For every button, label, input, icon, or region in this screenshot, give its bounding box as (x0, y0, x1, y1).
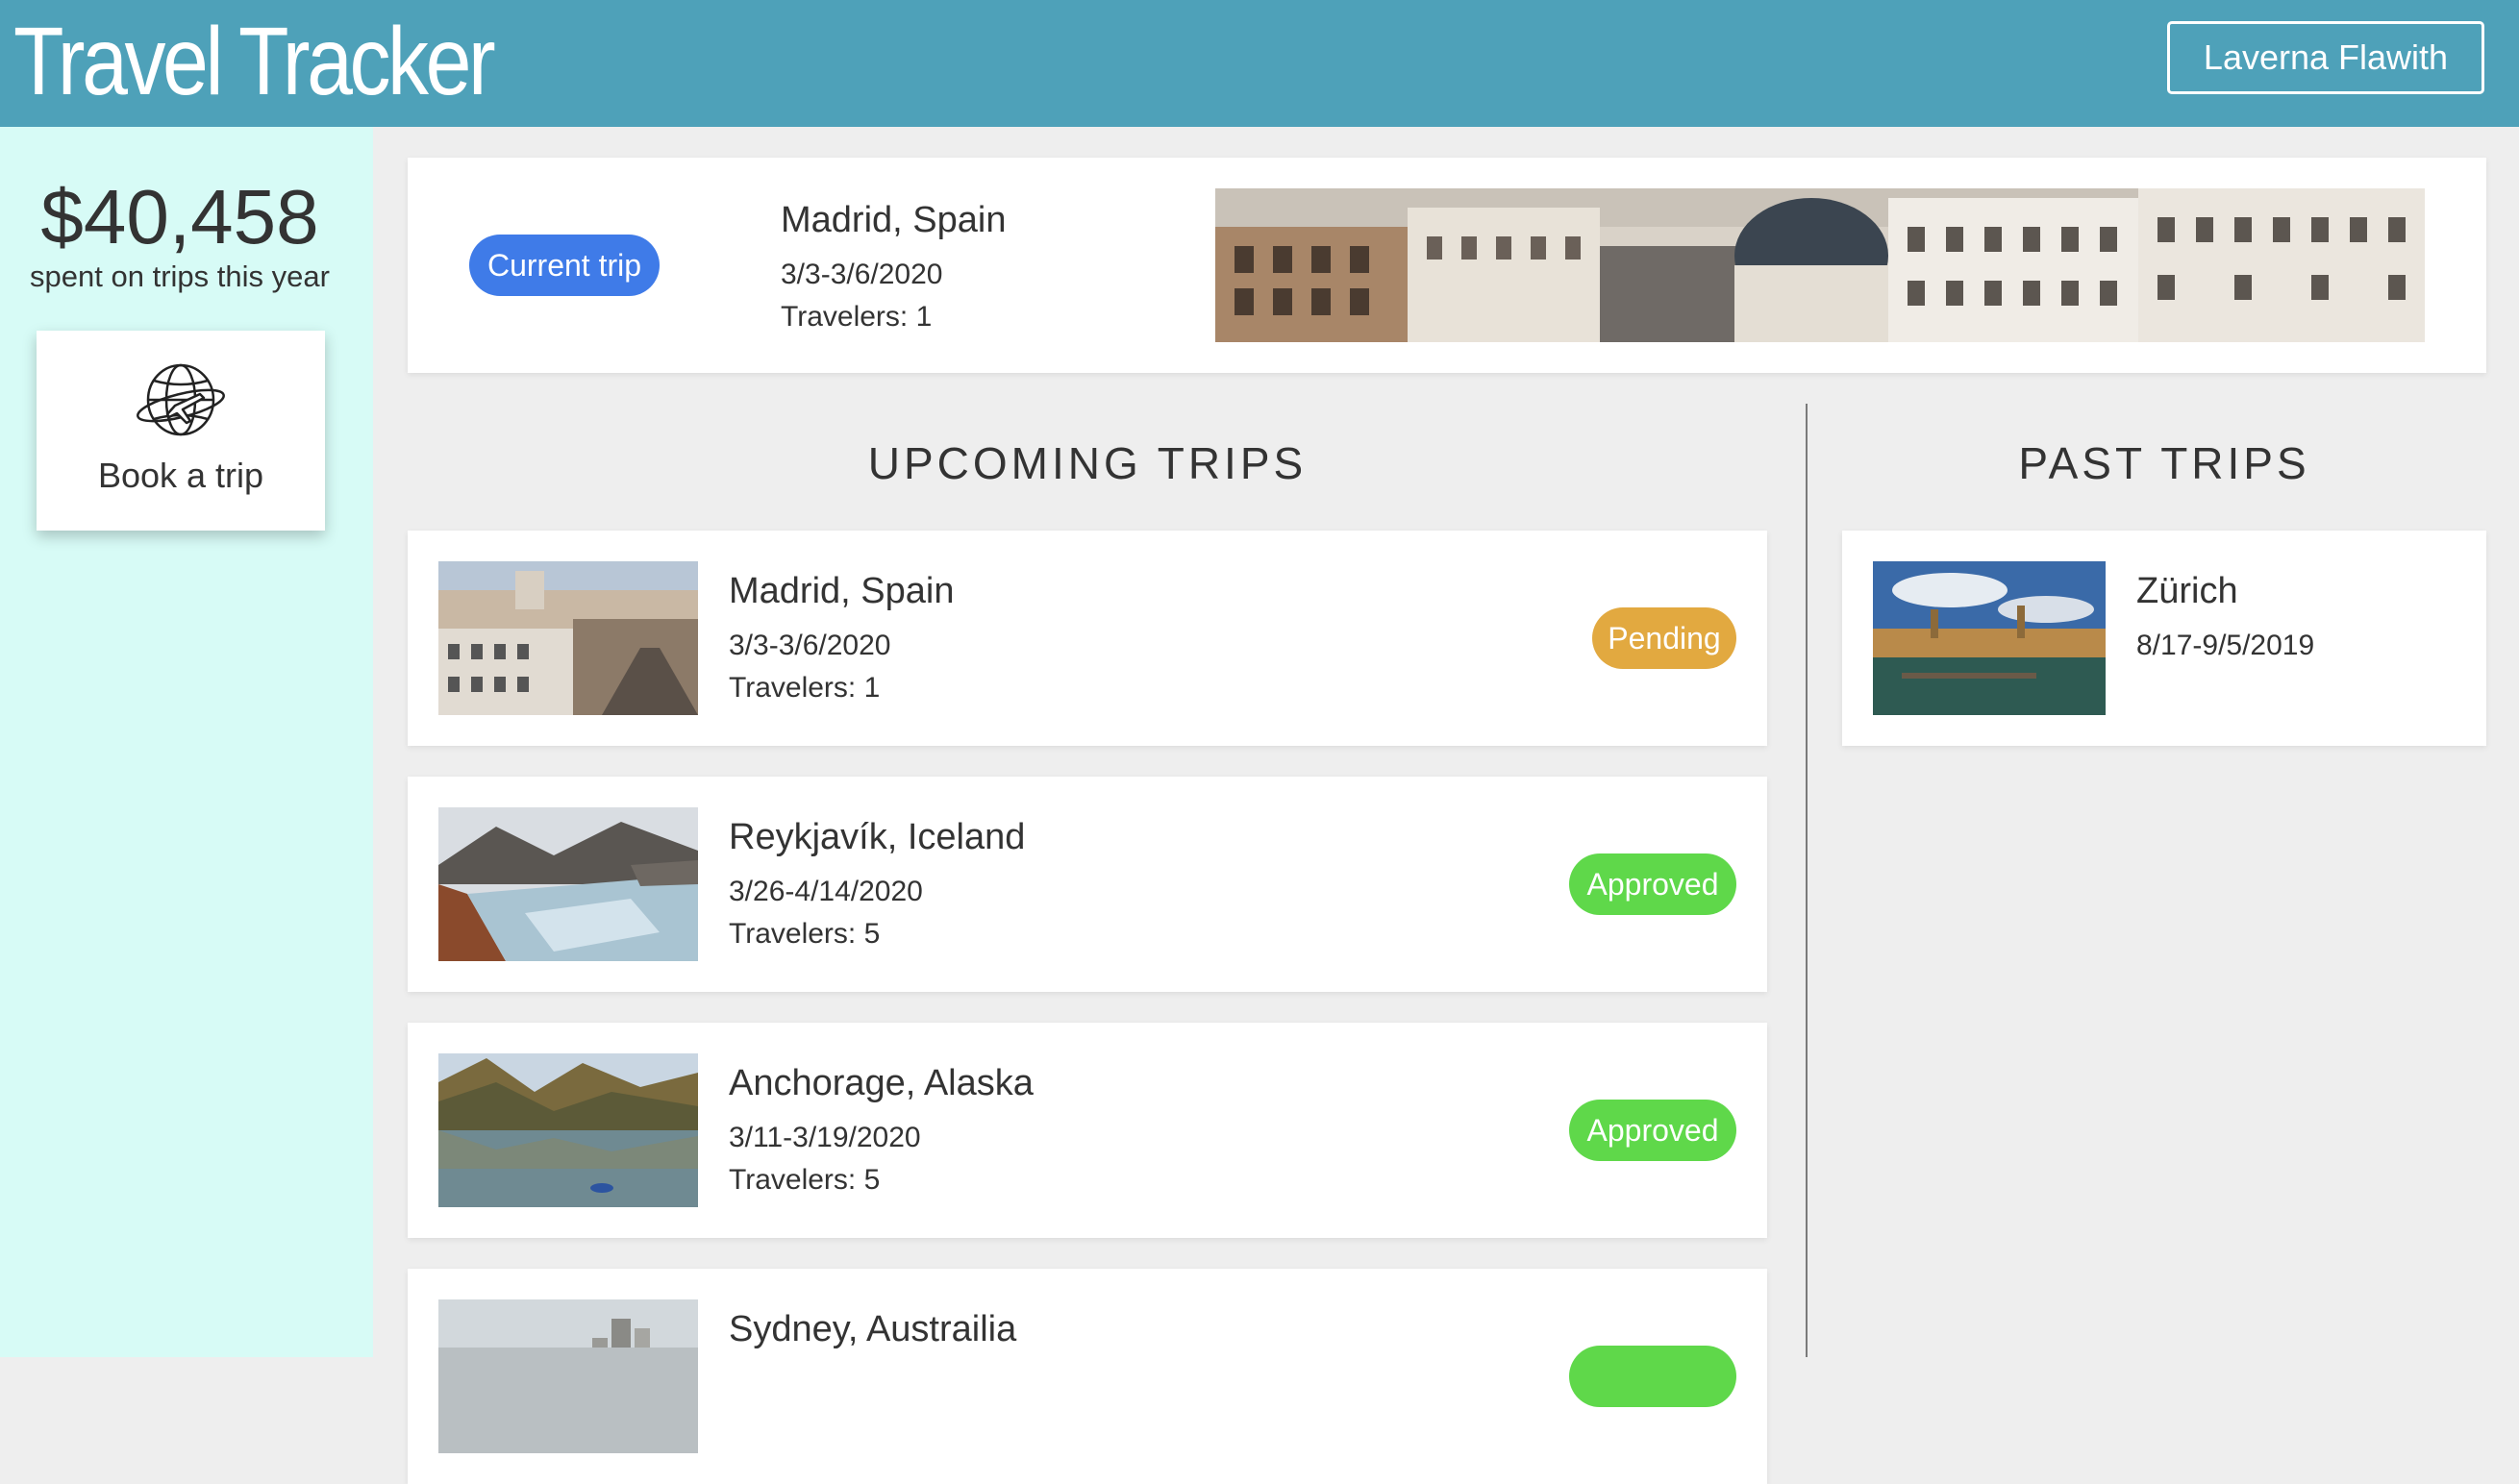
upcoming-trip-card[interactable]: Sydney, Austrailia (408, 1269, 1767, 1484)
trip-destination: Sydney, Austrailia (729, 1309, 1017, 1349)
upcoming-trip-card[interactable]: Reykjavík, Iceland 3/26-4/14/2020 Travel… (408, 777, 1767, 992)
trip-travelers: Travelers: 1 (729, 672, 881, 704)
pending-status-badge: Pending (1592, 607, 1736, 669)
annual-spend-amount: $40,458 (40, 174, 319, 260)
trip-dates: 3/11-3/19/2020 (729, 1122, 921, 1153)
trip-travelers: Travelers: 5 (729, 1164, 881, 1196)
past-trip-destination: Zürich (2136, 571, 2238, 611)
madrid-cityscape-photo (1215, 188, 2425, 342)
madrid-photo (438, 561, 698, 715)
trip-travelers: Travelers: 5 (729, 918, 881, 950)
annual-spend-caption: spent on trips this year (30, 260, 330, 293)
user-account-button[interactable]: Laverna Flawith (2167, 21, 2484, 94)
trip-dates: 3/3-3/6/2020 (729, 630, 891, 661)
zurich-photo (1873, 561, 2106, 715)
upcoming-trip-card[interactable]: Anchorage, Alaska 3/11-3/19/2020 Travele… (408, 1023, 1767, 1238)
approved-status-badge: Approved (1569, 1100, 1736, 1161)
sydney-photo (438, 1299, 698, 1453)
trip-dates: 3/26-4/14/2020 (729, 876, 923, 907)
approved-status-badge (1569, 1346, 1736, 1407)
upcoming-trips-heading: UPCOMING TRIPS (867, 438, 1308, 488)
upcoming-trip-card[interactable]: Madrid, Spain 3/3-3/6/2020 Travelers: 1 … (408, 531, 1767, 746)
glacier-photo (438, 807, 698, 961)
past-trip-card[interactable]: Zürich 8/17-9/5/2019 (1842, 531, 2486, 746)
current-trip-badge: Current trip (469, 235, 660, 296)
sidebar (0, 127, 373, 1357)
app-header: Travel Tracker Laverna Flawith (0, 0, 2519, 127)
alaska-lake-photo (438, 1053, 698, 1207)
globe-plane-icon (133, 359, 229, 440)
app-title: Travel Tracker (13, 8, 496, 115)
current-trip-dates: 3/3-3/6/2020 (781, 259, 943, 290)
current-trip-destination: Madrid, Spain (781, 200, 1007, 240)
current-trip-travelers: Travelers: 1 (781, 301, 933, 333)
book-trip-button[interactable]: Book a trip (37, 331, 325, 531)
current-trip-card[interactable]: Current trip Madrid, Spain 3/3-3/6/2020 … (408, 158, 2486, 373)
past-trips-heading: PAST TRIPS (2018, 438, 2310, 488)
trip-destination: Madrid, Spain (729, 571, 955, 611)
trip-destination: Reykjavík, Iceland (729, 817, 1026, 857)
past-trip-dates: 8/17-9/5/2019 (2136, 630, 2315, 661)
book-trip-label: Book a trip (97, 456, 264, 495)
approved-status-badge: Approved (1569, 853, 1736, 915)
column-divider (1806, 404, 1808, 1357)
trip-destination: Anchorage, Alaska (729, 1063, 1034, 1103)
